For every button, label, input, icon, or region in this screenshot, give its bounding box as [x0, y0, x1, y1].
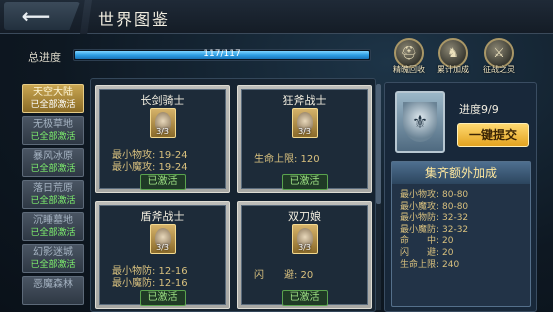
reward-button-recycle[interactable]: ⛑ 精魄回收 — [390, 38, 428, 76]
sidebar-item-status: 已全部激活 — [30, 228, 76, 238]
card-count: 3/3 — [156, 243, 169, 252]
card-name: 长剑骑士 — [140, 94, 185, 107]
total-progress-label: 总进度 — [28, 51, 61, 64]
card-body: 狂斧战士 3/3 生命上限: 120 已激活 — [241, 89, 368, 190]
reward-label: 精魄回收 — [393, 65, 425, 74]
sidebar-item-status: 已全部激活 — [30, 132, 76, 142]
sidebar-item-sleeping-graveyard[interactable]: 沉睡墓地 已全部激活 — [22, 212, 84, 241]
card-name: 狂斧战士 — [282, 94, 327, 107]
total-progress-text: 117/117 — [203, 49, 241, 59]
card-body: 盾斧战士 3/3 最小物防: 12-16 最小魔防: 12-16 已激活 — [99, 205, 226, 306]
set-emblem: ⚜ — [395, 91, 445, 153]
scrollbar-thumb[interactable] — [376, 84, 381, 204]
character-portrait: 3/3 — [149, 108, 176, 138]
card-name: 双刀娘 — [288, 210, 321, 223]
sidebar-item-name: 暴风冰原 — [33, 151, 73, 162]
sidebar-item-status: 已全部激活 — [30, 164, 76, 174]
card-stat: 最小魔攻: 19-24 — [112, 162, 188, 173]
header-bar: ⟵ 世界图鉴 — [0, 0, 553, 34]
bonus-line: 最小魔防: 32-32 — [400, 224, 469, 235]
activated-button[interactable]: 已激活 — [281, 290, 328, 306]
total-progress-bar: 117/117 — [73, 49, 371, 61]
bonus-line: 最小物攻: 80-80 — [400, 190, 469, 200]
header-divider — [80, 0, 92, 34]
card-stat: 生命上限: 120 — [254, 154, 320, 165]
bonus-line: 最小魔攻: 80-80 — [400, 201, 469, 212]
card-count: 3/3 — [298, 243, 311, 252]
bonus-line: 最小物防: 32-32 — [400, 213, 469, 224]
set-bonus-title: 集齐额外加成 — [392, 162, 530, 184]
activated-button[interactable]: 已激活 — [139, 290, 186, 306]
character-portrait: 3/3 — [291, 224, 318, 254]
sidebar-item-name: 落日荒原 — [33, 183, 73, 194]
character-portrait: 3/3 — [149, 224, 176, 254]
card-stat: 闪 避: 20 — [254, 270, 314, 281]
card-count: 3/3 — [298, 127, 311, 136]
sidebar-item-sky-continent[interactable]: 天空大陆 已全部激活 — [22, 84, 84, 113]
back-arrow-icon: ⟵ — [21, 4, 51, 28]
character-portrait: 3/3 — [291, 108, 318, 138]
card-name: 盾斧战士 — [140, 210, 185, 223]
sidebar-item-name: 沉睡墓地 — [33, 215, 73, 226]
sidebar-item-name: 恶魔森林 — [33, 279, 73, 290]
sidebar-item-name: 幻影迷城 — [33, 247, 73, 258]
sidebar-item-boundless-grassland[interactable]: 无极草地 已全部激活 — [22, 116, 84, 145]
set-bonus-box: 集齐额外加成 最小物攻: 80-80 最小魔攻: 80-80 最小物防: 32-32 … — [391, 161, 531, 307]
bonus-line: 命 中: 20 — [400, 236, 454, 247]
card-stat: 最小魔防: 12-16 — [112, 278, 188, 289]
activated-button[interactable]: 已激活 — [281, 174, 328, 190]
sidebar-item-name: 无极草地 — [33, 119, 73, 130]
sidebar-item-demon-forest[interactable]: 恶魔森林 — [22, 276, 84, 305]
set-detail-panel: ⚜ 进度9/9 一键提交 集齐额外加成 最小物攻: 80-80 最小魔攻: 80-8… — [384, 82, 537, 312]
reward-label: 征战之灵 — [483, 65, 515, 74]
sidebar-item-name: 天空大陆 — [33, 87, 73, 98]
bonus-line: 生命上限: 240 — [400, 259, 460, 270]
collection-card-shield-axe-warrior[interactable]: 盾斧战士 3/3 最小物防: 12-16 最小魔防: 12-16 已激活 — [95, 201, 230, 309]
back-button[interactable]: ⟵ — [4, 2, 80, 30]
collection-scrollbar[interactable] — [376, 84, 381, 310]
reward-label: 累计加成 — [437, 65, 469, 74]
reward-button-spirit[interactable]: ⚔ 征战之灵 — [480, 38, 518, 76]
page-title: 世界图鉴 — [98, 10, 171, 29]
collection-panel: 长剑骑士 3/3 最小物攻: 19-24 最小魔攻: 19-24 已激活 狂斧战… — [90, 78, 376, 312]
set-bonus-list: 最小物攻: 80-80 最小魔攻: 80-80 最小物防: 32-32 最小魔防: 32… — [400, 190, 468, 271]
reward-button-cumulative[interactable]: ♞ 累计加成 — [434, 38, 472, 76]
card-body: 双刀娘 3/3 闪 避: 20 已激活 — [241, 205, 368, 306]
bonus-line: 闪 避: 20 — [400, 247, 454, 258]
card-body: 长剑骑士 3/3 最小物攻: 19-24 最小魔攻: 19-24 已激活 — [99, 89, 226, 190]
sidebar-item-status: 已全部激活 — [30, 260, 76, 270]
activated-button[interactable]: 已激活 — [139, 174, 186, 190]
collection-card-longsword-knight[interactable]: 长剑骑士 3/3 最小物攻: 19-24 最小魔攻: 19-24 已激活 — [95, 85, 230, 193]
card-count: 3/3 — [156, 127, 169, 136]
set-progress: 进度9/9 — [459, 103, 499, 116]
shield-icon: ⚜ — [403, 102, 437, 142]
sidebar-item-phantom-city[interactable]: 幻影迷城 已全部激活 — [22, 244, 84, 273]
sidebar-item-status: 已全部激活 — [30, 100, 76, 110]
sidebar-item-status: 已全部激活 — [30, 196, 76, 206]
submit-all-button[interactable]: 一键提交 — [457, 123, 529, 147]
collection-card-dual-blade-girl[interactable]: 双刀娘 3/3 闪 避: 20 已激活 — [237, 201, 372, 309]
region-sidebar: 天空大陆 已全部激活 无极草地 已全部激活 暴风冰原 已全部激活 落日荒原 已全… — [22, 84, 84, 308]
sidebar-item-storm-icefield[interactable]: 暴风冰原 已全部激活 — [22, 148, 84, 177]
collection-card-berserker[interactable]: 狂斧战士 3/3 生命上限: 120 已激活 — [237, 85, 372, 193]
sidebar-item-sunset-wasteland[interactable]: 落日荒原 已全部激活 — [22, 180, 84, 209]
